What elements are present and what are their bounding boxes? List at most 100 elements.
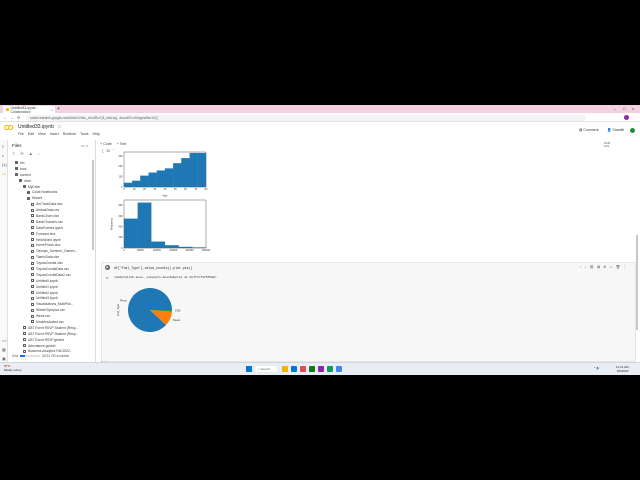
file-icon (31, 214, 34, 218)
histogram-bar (151, 241, 166, 249)
new-tab-button[interactable]: + (57, 106, 60, 112)
menu-item-edit[interactable]: Edit (28, 132, 34, 136)
taskbar-app-icon[interactable] (327, 366, 333, 372)
menu-item-file[interactable]: File (18, 132, 24, 136)
taskbar-clock[interactable]: 11:14 AM 3/9/2023 (616, 365, 628, 373)
tree-label: content (20, 172, 31, 177)
cell-toolbar: ↑ ↓ ⛓ ▤ ⚙ ▭ 🗑 ⋮ (580, 265, 627, 269)
ram-disk-indicator[interactable]: RAM Disk (604, 142, 610, 148)
refresh-icon[interactable]: ⟳ (20, 151, 23, 156)
reload-icon[interactable]: ⟳ (17, 115, 20, 120)
star-icon[interactable]: ☆ (57, 124, 61, 130)
histogram-bar (137, 202, 152, 249)
address-bar: ← → ⟳ colab.research.google.com/drive/1V… (0, 113, 640, 122)
menu-item-view[interactable]: View (38, 132, 46, 136)
comment-button[interactable]: ▤ Comment (579, 128, 598, 132)
browser-tab[interactable]: Untitled33.ipynb - Colaboratory × (3, 106, 55, 114)
back-icon[interactable]: ← (3, 115, 7, 120)
histogram-bar (197, 152, 207, 188)
folder-icon (23, 185, 26, 188)
taskbar-app-icon[interactable] (318, 366, 324, 372)
taskbar-app-icon[interactable] (309, 366, 315, 372)
x-tick-label: 60 (184, 188, 187, 191)
tree-label: Untitled1.ipynb (36, 284, 58, 289)
comment-cell-icon[interactable]: ▤ (597, 265, 600, 269)
mirror-icon[interactable]: ▭ (609, 265, 612, 269)
histogram-bar (132, 180, 141, 188)
code-snippets-icon[interactable]: <> (2, 338, 7, 343)
file-icon (31, 273, 34, 277)
tree-label: DataFrames.ipynb (36, 225, 63, 230)
add-code-button[interactable]: + Code (100, 142, 112, 146)
terminal-icon[interactable]: ▣ (2, 356, 6, 361)
file-tree: bin boot content drive MyDrive Colab Notebook… (8, 160, 94, 354)
move-up-icon[interactable]: ↑ (580, 265, 582, 269)
fuel-type-pie-chart: Petrol Diesel CNG Fuel_Type (116, 288, 181, 332)
x-tick-label: 50 (174, 188, 177, 191)
settings-icon[interactable]: ⚙ (621, 128, 624, 132)
tree-label: HelloWorld.ipynb (36, 237, 61, 242)
notebook-title[interactable]: Untitled33.ipynb ☆ (18, 124, 62, 130)
menu-item-help[interactable]: Help (93, 132, 100, 136)
x-axis-label: Age (163, 194, 168, 198)
share-button[interactable]: 👤 Share (607, 128, 622, 132)
user-avatar[interactable] (630, 128, 635, 133)
taskbar-app-icon[interactable] (336, 366, 342, 372)
toc-icon[interactable]: ≡ (2, 144, 4, 149)
maximize-icon[interactable]: □ (623, 106, 625, 111)
command-palette-icon[interactable]: ▦ (2, 347, 6, 352)
y-tick-label: 200 (119, 165, 124, 168)
system-tray[interactable]: ^ 🔊 (594, 366, 600, 370)
taskbar-app-icon[interactable] (291, 366, 297, 372)
taskbar-app-icon[interactable] (282, 366, 288, 372)
forward-icon[interactable]: → (10, 115, 14, 120)
file-icon (31, 255, 34, 259)
move-down-icon[interactable]: ↓ (585, 265, 587, 269)
cell-settings-icon[interactable]: ⚙ (603, 265, 606, 269)
histogram-bar (148, 172, 157, 188)
more-icon[interactable]: ⋮ (623, 265, 627, 269)
search-icon[interactable]: ⌕ (2, 153, 4, 158)
files-panel: Files ▭ × ⇪ ⟳ ▲ ◌ bin boot content drive MyD… (8, 140, 96, 365)
add-text-button[interactable]: + Text (117, 142, 127, 146)
pie-slice-label: CNG (175, 309, 181, 313)
windows-start-icon[interactable] (246, 366, 252, 372)
window-close-icon[interactable]: × (632, 106, 634, 111)
output-icon[interactable]: ⊳ (106, 276, 109, 280)
tree-label: BankChurn.xlsx (36, 213, 60, 218)
profile-avatar[interactable] (624, 115, 629, 120)
panel-close-icon[interactable]: × (86, 143, 88, 148)
cell-2-code[interactable]: df['Fuel_Type'].value_counts().plot.pie(… (114, 266, 192, 270)
y-tick-label: 800 (119, 204, 124, 207)
minimize-icon[interactable]: – (614, 106, 616, 111)
tree-label: ModulesAdded.csv (36, 319, 64, 324)
colab-logo[interactable]: CO (4, 125, 13, 132)
upload-icon[interactable]: ⇪ (12, 151, 15, 156)
file-icon (31, 220, 34, 224)
url-input[interactable]: colab.research.google.com/drive/1VnhL_eb… (26, 114, 586, 121)
x-tick-label: 0 (123, 188, 125, 191)
menu-item-runtime[interactable]: Runtime (63, 132, 76, 136)
taskbar-app-icon[interactable] (300, 366, 306, 372)
delete-icon[interactable]: 🗑 (616, 265, 620, 269)
menu-item-tools[interactable]: Tools (80, 132, 88, 136)
variables-icon[interactable]: {x} (2, 162, 7, 167)
taskbar-search[interactable]: ⌕ Search (255, 366, 277, 372)
folder-icon (15, 161, 18, 165)
hide-icon[interactable]: ◌ (38, 151, 40, 156)
folder-icon[interactable]: ▭ (2, 171, 6, 176)
tab-close-icon[interactable]: × (51, 108, 53, 112)
files-scrollbar[interactable] (92, 160, 94, 250)
histogram-bar (164, 168, 174, 188)
run-cell-button[interactable]: ▶ (105, 265, 110, 270)
menu-item-insert[interactable]: Insert (50, 132, 59, 136)
mount-drive-icon[interactable]: ▲ (29, 151, 33, 156)
tree-label: Forecast.xlsx (36, 231, 56, 236)
link-icon[interactable]: ⛓ (590, 265, 594, 269)
notebook-scrollbar[interactable] (636, 235, 638, 330)
pie-y-label: Fuel_Type (116, 303, 120, 316)
expand-icon[interactable]: ▭ (81, 143, 85, 148)
weather-widget[interactable]: 57°F Mostly sunny (4, 364, 22, 373)
code-cell-2[interactable]: ▶ df['Fuel_Type'].value_counts().plot.pi… (101, 262, 636, 362)
file-icon (31, 267, 34, 271)
